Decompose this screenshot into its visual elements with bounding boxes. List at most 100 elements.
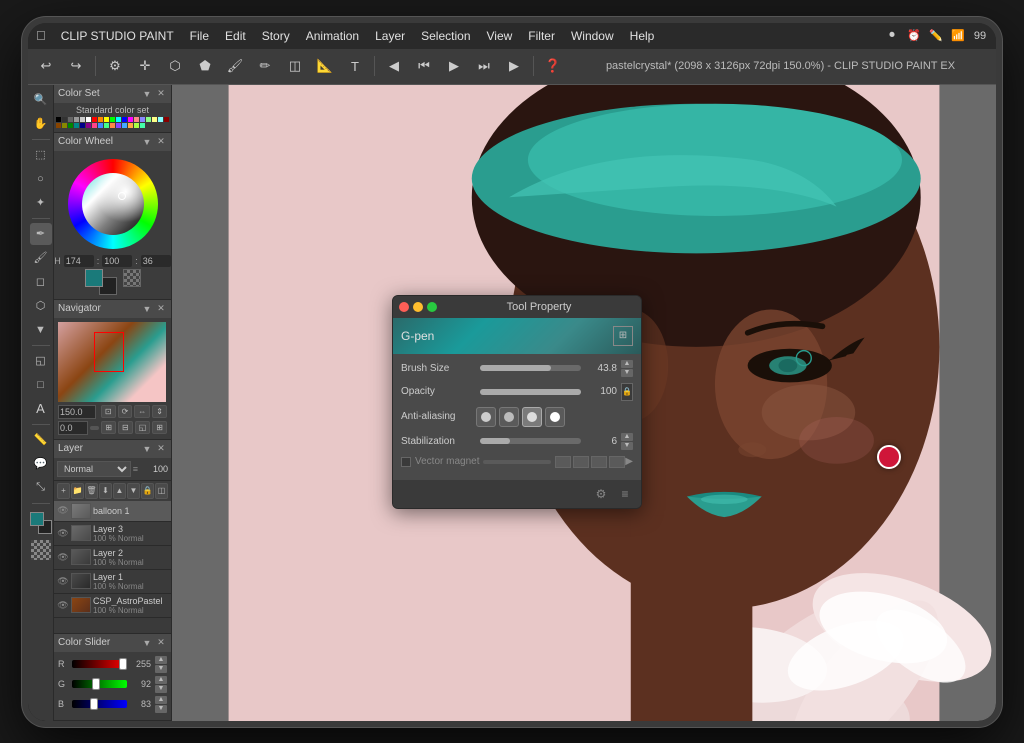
flip-v-button[interactable]: ⇕ bbox=[152, 405, 167, 418]
blue-slider-track[interactable] bbox=[72, 700, 127, 708]
navigator-header[interactable]: Navigator ▼ ✕ bbox=[54, 300, 171, 318]
zoom-fit-button[interactable]: ⊡ bbox=[101, 405, 116, 418]
foreground-color-swatch[interactable] bbox=[30, 512, 44, 526]
menu-help[interactable]: Help bbox=[623, 27, 662, 45]
vm-option-4[interactable] bbox=[609, 456, 625, 468]
aa-option-weak[interactable] bbox=[499, 407, 519, 427]
swatch-navy[interactable] bbox=[80, 123, 85, 128]
paint-bucket-button[interactable]: 🖌 bbox=[221, 52, 249, 80]
menu-animation[interactable]: Animation bbox=[299, 27, 366, 45]
swatch-yellow[interactable] bbox=[104, 117, 109, 122]
zoom-tool[interactable]: 🔍 bbox=[30, 89, 52, 111]
swatch-white[interactable] bbox=[86, 117, 91, 122]
green-decrement[interactable]: ▼ bbox=[155, 685, 167, 693]
menu-file[interactable]: File bbox=[183, 27, 216, 45]
pen-tool[interactable]: ✒ bbox=[30, 223, 52, 245]
stabilization-decrement[interactable]: ▼ bbox=[621, 442, 633, 450]
left-arrow-button[interactable]: ◀ bbox=[380, 52, 408, 80]
red-slider-thumb[interactable] bbox=[119, 658, 127, 670]
opacity-slider[interactable] bbox=[480, 389, 581, 395]
pencil-button[interactable]: ✏ bbox=[251, 52, 279, 80]
right-arrow-button[interactable]: ▶ bbox=[500, 52, 528, 80]
color-slider-header[interactable]: Color Slider ▼ ✕ bbox=[54, 634, 171, 652]
color-wheel-menu-icon[interactable]: ▼ bbox=[141, 136, 153, 148]
gradient-tool[interactable]: ◱ bbox=[30, 350, 52, 372]
swatch-silver[interactable] bbox=[74, 117, 79, 122]
fg-swatch[interactable] bbox=[85, 269, 103, 287]
blue-increment[interactable]: ▲ bbox=[155, 696, 167, 704]
swatch-gray[interactable] bbox=[68, 117, 73, 122]
swatch-red[interactable] bbox=[92, 117, 97, 122]
eraser-tool[interactable]: ◻ bbox=[30, 271, 52, 293]
merge-down-button[interactable]: ⬇ bbox=[99, 483, 112, 499]
hand-tool[interactable]: ✋ bbox=[30, 113, 52, 135]
menu-app-name[interactable]: CLIP STUDIO PAINT bbox=[54, 27, 181, 45]
layer-eye-1[interactable]: 👁 bbox=[57, 575, 69, 587]
menu-filter[interactable]: Filter bbox=[521, 27, 562, 45]
navigator-menu-icon[interactable]: ▼ bbox=[141, 303, 153, 315]
swatch-aquamarine[interactable] bbox=[140, 123, 145, 128]
swatch-magenta[interactable] bbox=[128, 117, 133, 122]
green-slider-track[interactable] bbox=[72, 680, 127, 688]
brush-settings-button[interactable]: ⚙ bbox=[101, 52, 129, 80]
vm-option-3[interactable] bbox=[591, 456, 607, 468]
brush-size-increment[interactable]: ▲ bbox=[621, 360, 633, 368]
swatch-pink[interactable] bbox=[134, 117, 139, 122]
green-slider-thumb[interactable] bbox=[92, 678, 100, 690]
stabilization-increment[interactable]: ▲ bbox=[621, 433, 633, 441]
swatch-darkred[interactable] bbox=[164, 117, 169, 122]
zoom-slider-track[interactable] bbox=[90, 426, 99, 430]
apple-logo-icon[interactable]:  bbox=[36, 28, 46, 43]
blue-decrement[interactable]: ▼ bbox=[155, 705, 167, 713]
blue-slider-thumb[interactable] bbox=[90, 698, 98, 710]
brush-size-decrement[interactable]: ▼ bbox=[621, 369, 633, 377]
menu-selection[interactable]: Selection bbox=[414, 27, 477, 45]
transparent-color-swatch[interactable] bbox=[31, 540, 51, 560]
color-wheel-header[interactable]: Color Wheel ▼ ✕ bbox=[54, 133, 171, 151]
red-increment[interactable]: ▲ bbox=[155, 656, 167, 664]
color-set-panel-header[interactable]: Color Set ▼ ✕ bbox=[54, 85, 171, 103]
color-set-close-icon[interactable]: ✕ bbox=[155, 88, 167, 100]
layer-close-icon[interactable]: ✕ bbox=[155, 443, 167, 455]
angle-input[interactable] bbox=[58, 421, 88, 435]
layer-menu-icon[interactable]: ▼ bbox=[141, 443, 153, 455]
swatch-lemon[interactable] bbox=[152, 117, 157, 122]
swatch-sky[interactable] bbox=[158, 117, 163, 122]
vector-magnet-checkbox[interactable] bbox=[401, 457, 411, 467]
color-wheel-indicator[interactable] bbox=[118, 192, 126, 200]
layer-eye-2[interactable]: 👁 bbox=[57, 551, 69, 563]
swatch-green[interactable] bbox=[110, 117, 115, 122]
swatch-mint[interactable] bbox=[146, 117, 151, 122]
swatch-brown[interactable] bbox=[56, 123, 61, 128]
blend-mode-select[interactable]: Normal Multiply Screen Overlay bbox=[57, 461, 131, 477]
vm-option-1[interactable] bbox=[555, 456, 571, 468]
history-back-button[interactable]: ↩ bbox=[32, 52, 60, 80]
lasso-button[interactable]: ⬟ bbox=[191, 52, 219, 80]
lasso-select-tool[interactable]: ○ bbox=[30, 168, 52, 190]
transform-button[interactable]: ⬡ bbox=[161, 52, 189, 80]
layer-panel-header[interactable]: Layer ▼ ✕ bbox=[54, 440, 171, 458]
swatch-purple[interactable] bbox=[86, 123, 91, 128]
eraser-button[interactable]: ◫ bbox=[281, 52, 309, 80]
tool-preset-button[interactable]: ⊞ bbox=[613, 326, 633, 346]
move-up-button[interactable]: ▲ bbox=[113, 483, 126, 499]
new-layer-button[interactable]: + bbox=[57, 483, 70, 499]
vector-magnet-slider[interactable] bbox=[483, 460, 551, 464]
swatch-light[interactable] bbox=[80, 117, 85, 122]
flip-h-button[interactable]: ⇔ bbox=[134, 405, 150, 418]
select-tool[interactable]: ⬚ bbox=[30, 144, 52, 166]
next-frame-button[interactable]: ⏭ bbox=[470, 52, 498, 80]
color-slider-close-icon[interactable]: ✕ bbox=[155, 637, 167, 649]
color-slider-menu-icon[interactable]: ▼ bbox=[141, 637, 153, 649]
swatch-lavender[interactable] bbox=[140, 117, 145, 122]
opacity-lock-btn[interactable]: 🔒 bbox=[621, 383, 633, 401]
red-decrement[interactable]: ▼ bbox=[155, 665, 167, 673]
shape-tool[interactable]: □ bbox=[30, 374, 52, 396]
clipping-button[interactable]: ◫ bbox=[155, 483, 168, 499]
aa-option-strong[interactable] bbox=[545, 407, 565, 427]
navigator-close-icon[interactable]: ✕ bbox=[155, 303, 167, 315]
dialog-close-button[interactable] bbox=[399, 302, 409, 312]
swatch-teal[interactable] bbox=[74, 123, 79, 128]
h-value-input[interactable] bbox=[64, 255, 94, 267]
dialog-maximize-button[interactable] bbox=[427, 302, 437, 312]
